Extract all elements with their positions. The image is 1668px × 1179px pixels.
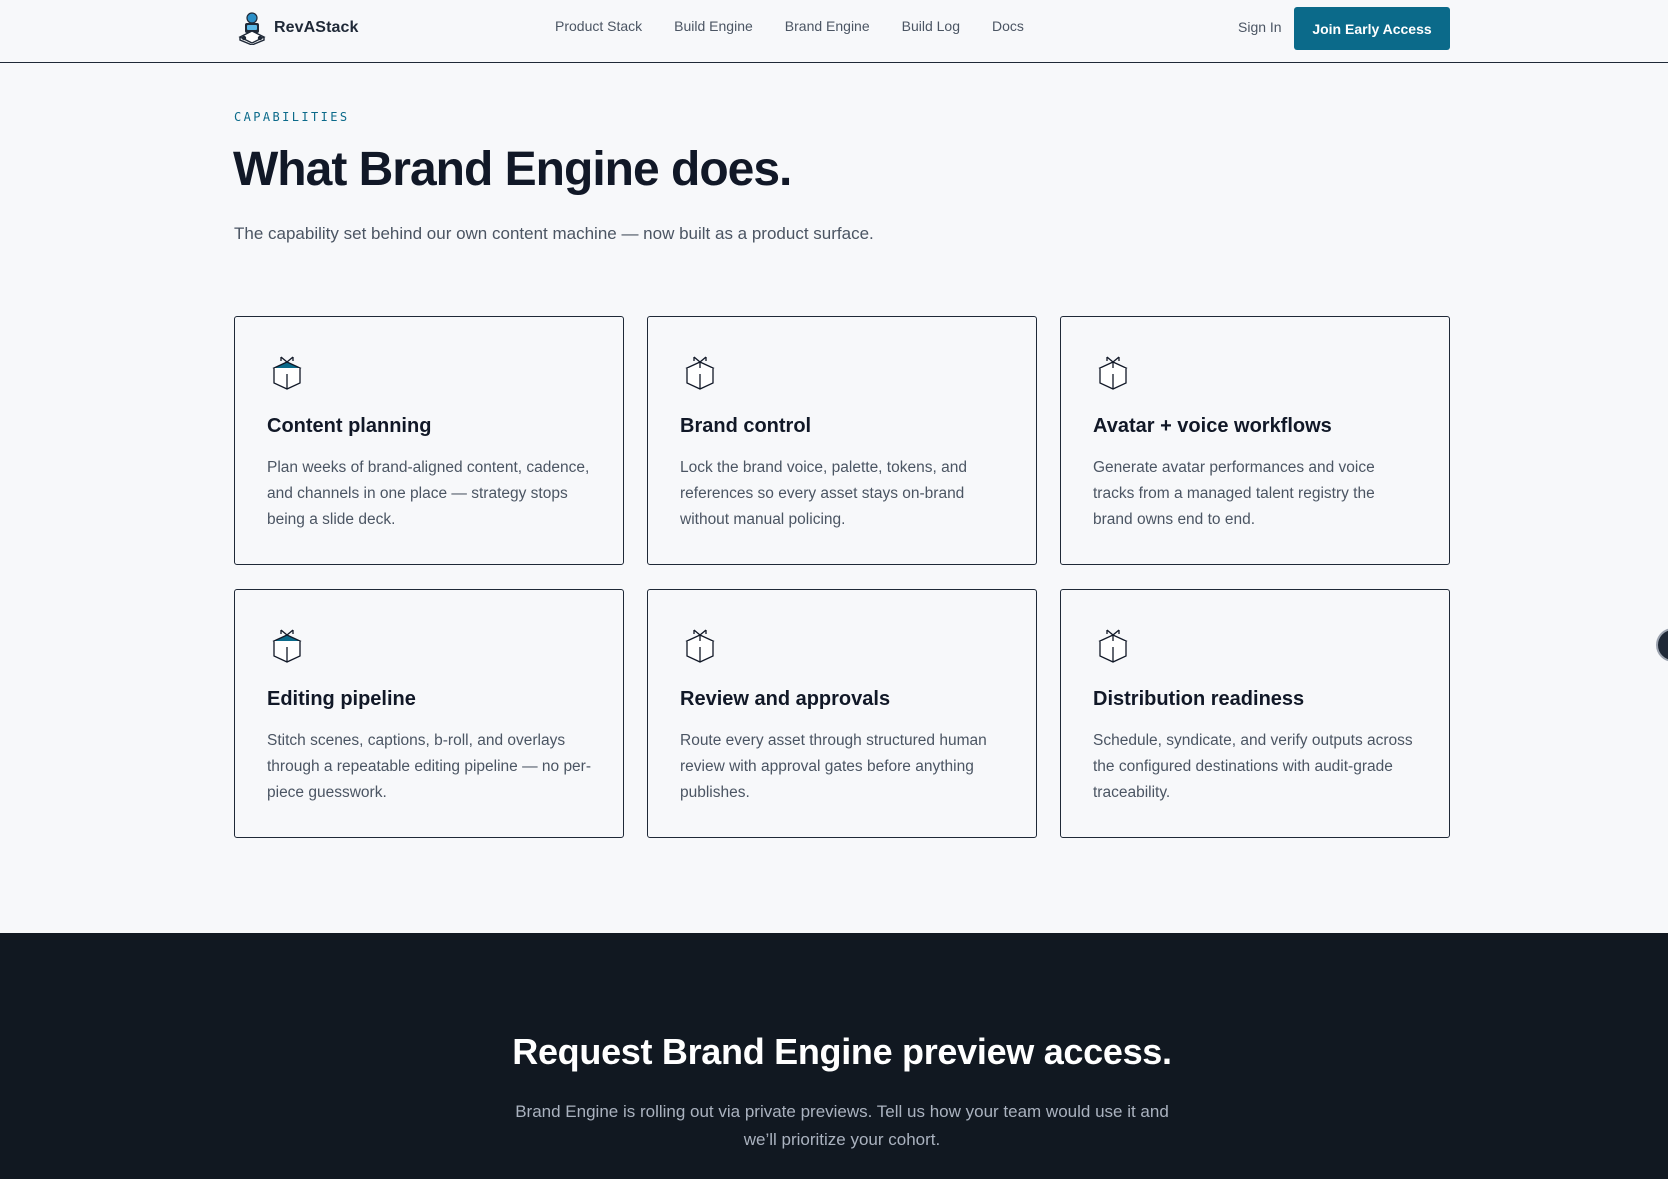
- capability-card-brand-control: Brand control Lock the brand voice, pale…: [647, 316, 1037, 565]
- nav-link-build-log[interactable]: Build Log: [902, 18, 960, 34]
- filled-box-icon: [272, 356, 302, 390]
- capability-card-avatar-voice: Avatar + voice workflows Generate avatar…: [1060, 316, 1450, 565]
- card-description: Plan weeks of brand-aligned content, cad…: [267, 459, 590, 528]
- page-title: What Brand Engine does.: [233, 143, 792, 196]
- nav-link-docs[interactable]: Docs: [992, 18, 1024, 34]
- card-description: Route every asset through structured hum…: [680, 732, 987, 801]
- capability-card-distribution-readiness: Distribution readiness Schedule, syndica…: [1060, 589, 1450, 838]
- brand-logo[interactable]: RevAStack: [236, 10, 359, 46]
- capability-card-editing-pipeline: Editing pipeline Stitch scenes, captions…: [234, 589, 624, 838]
- page-subtitle: The capability set behind our own conten…: [234, 224, 874, 243]
- sign-in-link[interactable]: Sign In: [1238, 19, 1282, 35]
- nav-link-brand-engine[interactable]: Brand Engine: [785, 18, 870, 34]
- box-icon: [1098, 356, 1128, 390]
- top-nav: RevAStack Product Stack Build Engine Bra…: [0, 0, 1668, 63]
- card-description: Stitch scenes, captions, b-roll, and ove…: [267, 732, 592, 801]
- nav-links: Product Stack Build Engine Brand Engine …: [555, 18, 1056, 34]
- card-title: Avatar + voice workflows: [1093, 415, 1332, 437]
- preview-access-subtitle: Brand Engine is rolling out via private …: [515, 1102, 1169, 1149]
- preview-access-section: Request Brand Engine preview access. Bra…: [0, 933, 1668, 1179]
- box-icon: [1098, 629, 1128, 663]
- section-eyebrow: CAPABILITIES: [234, 110, 350, 124]
- nav-link-product-stack[interactable]: Product Stack: [555, 18, 642, 34]
- filled-box-icon: [272, 629, 302, 663]
- floating-chat-button[interactable]: [1656, 628, 1668, 662]
- robot-logo-icon: [238, 12, 266, 45]
- card-title: Content planning: [267, 415, 432, 437]
- brand-name: RevAStack: [274, 19, 359, 36]
- card-description: Lock the brand voice, palette, tokens, a…: [680, 459, 967, 528]
- nav-link-build-engine[interactable]: Build Engine: [674, 18, 753, 34]
- join-early-access-button[interactable]: Join Early Access: [1294, 7, 1450, 50]
- card-title: Review and approvals: [680, 688, 891, 710]
- card-title: Editing pipeline: [267, 688, 416, 710]
- capability-card-review-approvals: Review and approvals Route every asset t…: [647, 589, 1037, 838]
- card-description: Generate avatar performances and voice t…: [1093, 459, 1375, 528]
- capability-card-content-planning: Content planning Plan weeks of brand-ali…: [234, 316, 624, 565]
- box-icon: [685, 356, 715, 390]
- preview-access-title: Request Brand Engine preview access.: [512, 1031, 1172, 1072]
- card-description: Schedule, syndicate, and verify outputs …: [1093, 732, 1413, 801]
- box-icon: [685, 629, 715, 663]
- card-title: Brand control: [680, 415, 812, 437]
- card-title: Distribution readiness: [1093, 688, 1305, 710]
